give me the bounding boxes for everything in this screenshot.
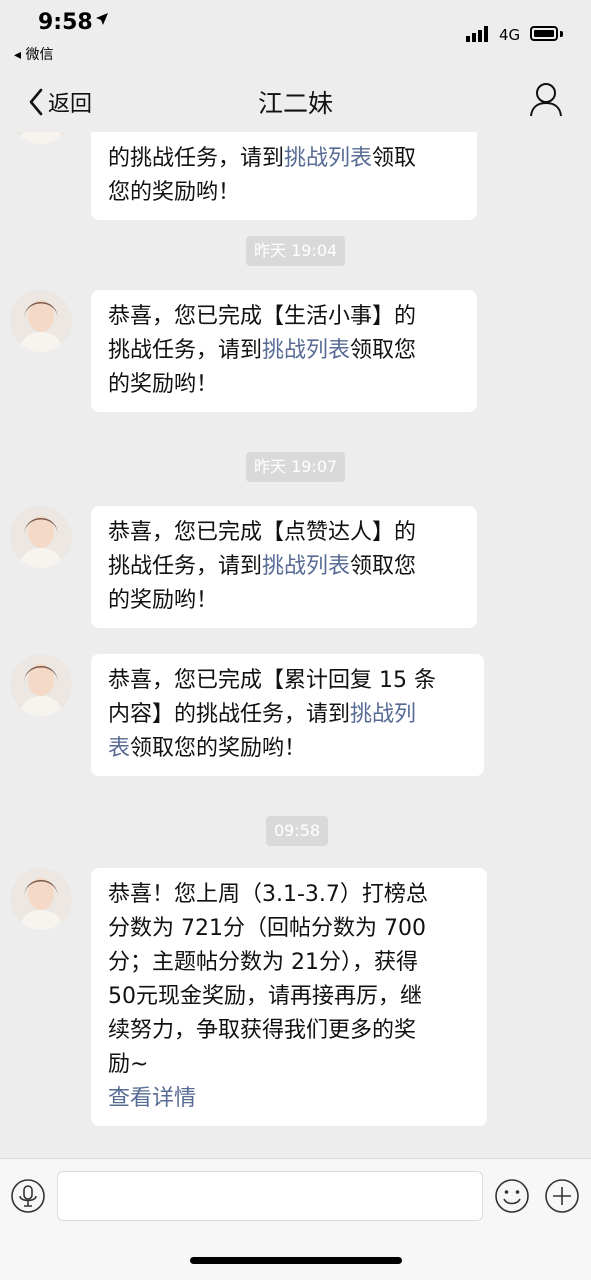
avatar[interactable] [10, 290, 72, 352]
timestamp: 09:58 [266, 816, 329, 846]
challenge-list-link[interactable]: 挑战列 [350, 702, 416, 727]
message-input[interactable] [57, 1171, 483, 1221]
chat-area[interactable]: 的挑战任务，请到挑战列表领取 您的奖励哟！ 昨天 19:04 恭喜，您已完成【生… [0, 132, 591, 1158]
challenge-list-link[interactable]: 挑战列表 [284, 146, 372, 171]
message-bubble[interactable]: 的挑战任务，请到挑战列表领取 您的奖励哟！ [91, 132, 477, 220]
home-indicator[interactable] [190, 1257, 402, 1264]
timestamp: 昨天 19:04 [246, 236, 346, 266]
avatar[interactable] [10, 506, 72, 568]
back-to-app-link[interactable]: ◂ 微信 [14, 44, 53, 64]
avatar-image-icon [10, 506, 72, 568]
challenge-list-link[interactable]: 挑战列表 [262, 338, 350, 363]
battery-icon [530, 26, 558, 41]
location-arrow-icon [96, 13, 108, 25]
avatar[interactable] [10, 654, 72, 716]
avatar[interactable] [10, 868, 72, 930]
view-details-link[interactable]: 查看详情 [108, 1082, 471, 1116]
chat-title: 江二妹 [257, 89, 333, 118]
timestamp: 昨天 19:07 [246, 452, 346, 482]
message-bubble[interactable]: 恭喜，您已完成【点赞达人】的 挑战任务，请到挑战列表领取您 的奖励哟！ [91, 506, 477, 628]
avatar-image-icon [10, 132, 72, 144]
voice-input-icon[interactable] [10, 1178, 46, 1214]
message-bubble[interactable]: 恭喜，您已完成【生活小事】的 挑战任务，请到挑战列表领取您 的奖励哟！ [91, 290, 477, 412]
battery-tip [560, 31, 563, 37]
back-app-label: 微信 [25, 47, 54, 63]
avatar-image-icon [10, 290, 72, 352]
avatar[interactable] [10, 132, 72, 144]
emoji-icon[interactable] [494, 1178, 530, 1214]
challenge-list-link-cont[interactable]: 表 [108, 736, 130, 761]
network-type: 4G [499, 26, 521, 44]
avatar-image-icon [10, 868, 72, 930]
message-bubble[interactable]: 恭喜！您上周（3.1-3.7）打榜总 分数为 721分（回帖分数为 700 分；… [91, 868, 487, 1126]
profile-icon[interactable] [529, 82, 563, 118]
nav-bar: 返回 江二妹 [0, 70, 591, 132]
message-bubble[interactable]: 恭喜，您已完成【累计回复 15 条 内容】的挑战任务，请到挑战列 表领取您的奖励… [91, 654, 484, 776]
challenge-list-link[interactable]: 挑战列表 [262, 554, 350, 579]
avatar-image-icon [10, 654, 72, 716]
add-more-icon[interactable] [544, 1178, 580, 1214]
clock: 9:58 [38, 10, 93, 35]
cellular-signal-icon [466, 26, 488, 42]
status-bar: 9:58 ◂ 微信 4G [0, 0, 591, 70]
